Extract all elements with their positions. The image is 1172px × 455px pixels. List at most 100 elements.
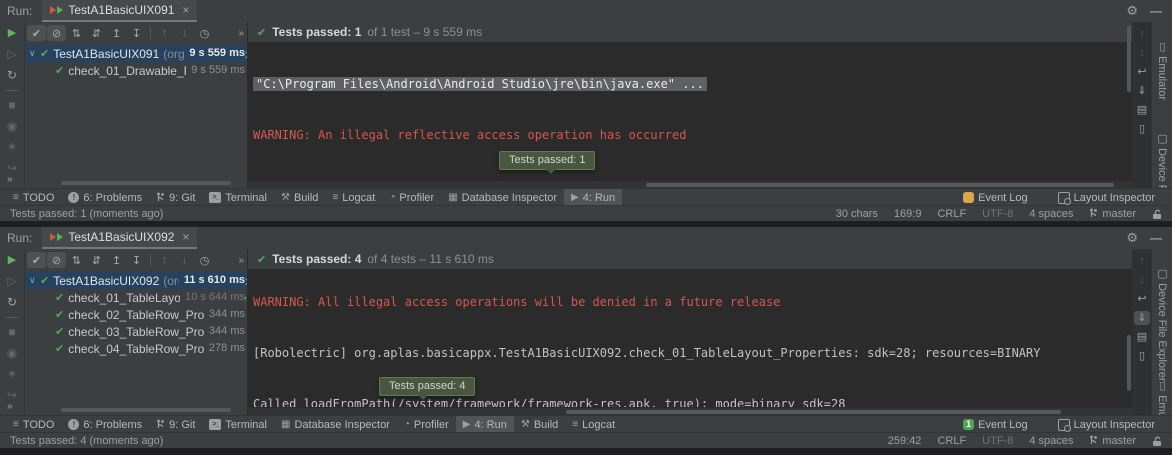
- test-case-row[interactable]: ✔ check_03_TableRow_Properties 344 ms: [25, 323, 247, 340]
- hide-window-icon[interactable]: —: [1150, 4, 1162, 18]
- toolwindow-button-build[interactable]: ⚒Build: [514, 416, 565, 433]
- show-ignored-toggle[interactable]: ⊘: [47, 25, 66, 41]
- status-git-branch[interactable]: master: [1089, 435, 1136, 447]
- toolwindow-button-database-inspector[interactable]: ▦Database Inspector: [441, 189, 564, 206]
- rerun-failed-tests-button[interactable]: ▷: [7, 275, 16, 288]
- rerun-automatically-toggle[interactable]: ↻: [7, 69, 17, 82]
- status-line-ending[interactable]: CRLF: [937, 435, 966, 447]
- status-indent[interactable]: 4 spaces: [1029, 208, 1073, 220]
- layout-inspector-button[interactable]: Layout Inspector: [1051, 189, 1162, 206]
- collapse-all-icon[interactable]: ↧: [127, 252, 146, 268]
- test-root-row[interactable]: ∨ ✔ TestA1BasicUIX091(org.aplas.basicapp…: [25, 45, 247, 62]
- test-settings-icon[interactable]: ✶: [7, 141, 17, 154]
- toolwindow-button-logcat[interactable]: ≡Logcat: [565, 416, 622, 433]
- previous-test-icon[interactable]: ↑: [155, 25, 174, 41]
- up-stacktrace-icon[interactable]: ↑: [1134, 27, 1150, 41]
- event-log-button[interactable]: 1Event Log: [956, 416, 1035, 433]
- toolwindow-button-problems[interactable]: !6: Problems: [61, 189, 149, 206]
- chevron-down-icon[interactable]: ∨: [29, 275, 40, 286]
- rerun-tests-button[interactable]: ▶: [8, 27, 16, 40]
- toolwindow-button-terminal[interactable]: >_Terminal: [202, 416, 274, 433]
- status-git-branch[interactable]: master: [1089, 208, 1136, 220]
- hide-window-icon[interactable]: —: [1150, 231, 1162, 245]
- sort-by-duration-icon[interactable]: ⇵: [87, 252, 106, 268]
- next-test-icon[interactable]: ↓: [175, 25, 194, 41]
- status-caret-position[interactable]: 169:9: [894, 208, 922, 220]
- down-stacktrace-icon[interactable]: ↓: [1134, 273, 1150, 287]
- toolwindow-stripe-device-file-explorer[interactable]: ▢ Device File Explorer: [1156, 267, 1169, 381]
- up-stacktrace-icon[interactable]: ↑: [1134, 254, 1150, 268]
- scroll-to-end-icon[interactable]: ⇓: [1134, 84, 1150, 98]
- layout-inspector-button[interactable]: Layout Inspector: [1051, 416, 1162, 433]
- console-vertical-scrollbar[interactable]: [1127, 335, 1131, 391]
- soft-wrap-icon[interactable]: ↩: [1134, 65, 1150, 79]
- lock-icon[interactable]: [1152, 436, 1162, 447]
- show-passed-toggle[interactable]: ✔: [27, 25, 46, 41]
- clear-console-icon[interactable]: ▯: [1134, 349, 1150, 363]
- toolwindow-button-terminal[interactable]: >_Terminal: [202, 189, 274, 206]
- toolbar-overflow-chevron[interactable]: »: [238, 28, 245, 39]
- settings-gear-icon[interactable]: ⚙: [1126, 3, 1138, 19]
- toolwindow-button-run[interactable]: ▶4: Run: [456, 416, 514, 433]
- test-case-row[interactable]: ✔ check_02_TableRow_Properties 344 ms: [25, 306, 247, 323]
- next-test-icon[interactable]: ↓: [175, 252, 194, 268]
- print-icon[interactable]: ▤: [1134, 103, 1150, 117]
- close-tab-icon[interactable]: ×: [182, 3, 189, 17]
- test-settings-icon[interactable]: ✶: [7, 368, 17, 381]
- toolwindow-button-run[interactable]: ▶4: Run: [564, 189, 622, 206]
- close-tab-icon[interactable]: ×: [182, 230, 189, 244]
- sort-by-duration-icon[interactable]: ⇵: [87, 25, 106, 41]
- toolwindow-button-git[interactable]: 9: Git: [149, 416, 202, 433]
- event-log-button[interactable]: Event Log: [956, 189, 1035, 206]
- down-stacktrace-icon[interactable]: ↓: [1134, 46, 1150, 60]
- expand-all-icon[interactable]: ↥: [107, 25, 126, 41]
- test-history-icon[interactable]: ◷: [195, 25, 214, 41]
- screenshot-icon[interactable]: ◉: [7, 120, 17, 133]
- toolwindow-button-profiler[interactable]: ◔Profiler: [397, 416, 456, 433]
- print-icon[interactable]: ▤: [1134, 330, 1150, 344]
- settings-gear-icon[interactable]: ⚙: [1126, 230, 1138, 246]
- clear-console-icon[interactable]: ▯: [1134, 122, 1150, 136]
- sort-alphabetically-icon[interactable]: ⇅: [67, 25, 86, 41]
- toolwindow-button-database-inspector[interactable]: ▦Database Inspector: [274, 416, 397, 433]
- toolwindow-stripe-emulator[interactable]: ▯ Emulator: [1156, 40, 1169, 100]
- previous-test-icon[interactable]: ↑: [155, 252, 174, 268]
- scroll-to-end-icon[interactable]: ⇓: [1134, 311, 1150, 325]
- status-encoding[interactable]: UTF-8: [982, 208, 1013, 220]
- stop-button[interactable]: ■: [8, 326, 15, 339]
- test-case-row[interactable]: ✔ check_01_Drawable_Resources 9 s 559 ms: [25, 62, 247, 79]
- soft-wrap-icon[interactable]: ↩: [1134, 292, 1150, 306]
- toolwindow-button-todo[interactable]: ≡TODO: [6, 189, 61, 206]
- toolwindow-button-git[interactable]: 9: Git: [149, 189, 202, 206]
- chevron-down-icon[interactable]: ∨: [29, 48, 40, 59]
- status-line-ending[interactable]: CRLF: [937, 208, 966, 220]
- rerun-tests-button[interactable]: ▶: [8, 254, 16, 267]
- run-tab-testa1basicuix091[interactable]: TestA1BasicUIX091 ×: [42, 0, 197, 22]
- expand-all-icon[interactable]: ↥: [107, 252, 126, 268]
- test-root-row[interactable]: ∨ ✔ TestA1BasicUIX092(org.aplas.basicapp…: [25, 272, 247, 289]
- sort-alphabetically-icon[interactable]: ⇅: [67, 252, 86, 268]
- screenshot-icon[interactable]: ◉: [7, 347, 17, 360]
- toolwindow-button-profiler[interactable]: ◔Profiler: [382, 189, 441, 206]
- rerun-automatically-toggle[interactable]: ↻: [7, 296, 17, 309]
- tree-horizontal-scrollbar[interactable]: [61, 181, 231, 185]
- toolbar-overflow-chevron[interactable]: »: [238, 255, 245, 266]
- more-options-chevron[interactable]: »: [7, 174, 12, 185]
- console-output-1[interactable]: "C:\Program Files\Android\Android Studio…: [248, 42, 1132, 180]
- lock-icon[interactable]: [1152, 209, 1162, 220]
- status-indent[interactable]: 4 spaces: [1029, 435, 1073, 447]
- status-encoding[interactable]: UTF-8: [982, 435, 1013, 447]
- more-options-chevron[interactable]: »: [7, 401, 12, 412]
- stop-button[interactable]: ■: [8, 99, 15, 112]
- collapse-all-icon[interactable]: ↧: [127, 25, 146, 41]
- toolwindow-button-problems[interactable]: !6: Problems: [61, 416, 149, 433]
- tree-horizontal-scrollbar[interactable]: [61, 408, 231, 412]
- run-tab-testa1basicuix092[interactable]: TestA1BasicUIX092 ×: [42, 227, 197, 249]
- test-case-row[interactable]: ✔ check_04_TableRow_Properties 278 ms: [25, 340, 247, 357]
- status-caret-position[interactable]: 259:42: [888, 435, 922, 447]
- toolwindow-button-logcat[interactable]: ≡Logcat: [325, 189, 382, 206]
- console-horizontal-scrollbar[interactable]: [646, 183, 1115, 187]
- toolwindow-button-todo[interactable]: ≡TODO: [6, 416, 61, 433]
- show-passed-toggle[interactable]: ✔: [27, 252, 46, 268]
- toolwindow-button-build[interactable]: ⚒Build: [274, 189, 325, 206]
